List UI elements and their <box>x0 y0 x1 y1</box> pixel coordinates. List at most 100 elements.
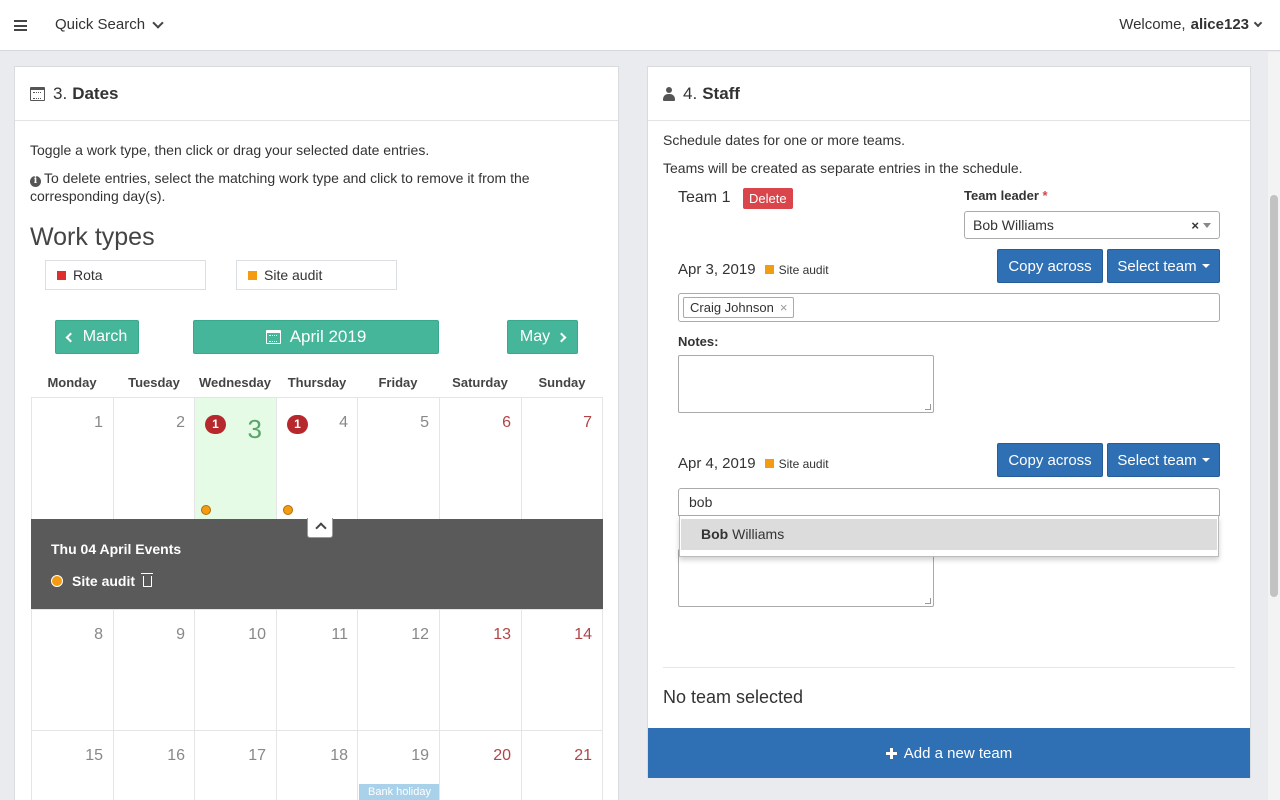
staff-panel-header: 4. Staff <box>648 67 1250 121</box>
day-number: 6 <box>502 414 511 431</box>
day-number: 9 <box>176 626 185 643</box>
quick-search-dropdown[interactable]: Quick Search <box>55 16 164 33</box>
work-type-site-audit[interactable]: Site audit <box>236 260 397 290</box>
user-icon <box>663 86 675 101</box>
event-item: Site audit <box>51 572 154 589</box>
username: alice123 <box>1190 16 1249 33</box>
entry-date-row: Apr 4, 2019 Site audit <box>678 455 829 472</box>
day-events-panel: Thu 04 April Events Site audit <box>31 518 603 609</box>
staff-search-input[interactable]: bob <box>678 488 1220 516</box>
calendar-day[interactable]: 6 <box>439 397 521 519</box>
calendar-day[interactable]: 21 <box>521 730 603 800</box>
required-marker: * <box>1042 188 1048 203</box>
day-number: 3 <box>247 414 262 444</box>
day-number: 10 <box>248 626 266 643</box>
calendar-day-selected[interactable]: 1 3 <box>194 397 276 519</box>
calendar-day[interactable]: 11 <box>276 609 358 730</box>
chevron-left-icon <box>65 332 76 342</box>
calendar-day[interactable]: 12 <box>357 609 439 730</box>
notes-textarea[interactable] <box>678 549 934 607</box>
calendar-day[interactable]: 19 Bank holiday <box>357 730 440 800</box>
work-type-tag: Site audit <box>764 262 829 277</box>
quick-search-label: Quick Search <box>55 16 146 33</box>
calendar-day[interactable]: 1 <box>31 397 113 519</box>
add-new-team-button[interactable]: Add a new team <box>648 728 1250 778</box>
notes-label: Notes: <box>678 334 719 349</box>
remove-chip-icon[interactable]: × <box>780 298 788 317</box>
calendar-day[interactable]: 16 <box>113 730 195 800</box>
calendar-day[interactable]: 13 <box>439 609 521 730</box>
team-leader-label: Team leader * <box>964 188 1048 203</box>
staff-text-2: Teams will be created as separate entrie… <box>663 160 1023 176</box>
no-team-text: No team selected <box>663 687 804 707</box>
day-number: 18 <box>330 747 348 764</box>
current-month-button[interactable]: April 2019 <box>193 320 439 354</box>
weekday-header: Tuesday <box>128 375 180 390</box>
dates-panel: 3. Dates Toggle a work type, then click … <box>14 66 619 800</box>
staff-tag-input[interactable]: Craig Johnson × <box>678 293 1220 322</box>
select-team-button[interactable]: Select team <box>1107 443 1220 477</box>
hamburger-menu-icon[interactable] <box>14 20 27 31</box>
calendar-icon <box>265 330 281 344</box>
autocomplete-option[interactable]: Bob Williams <box>681 519 1217 550</box>
calendar-day[interactable]: 7 <box>521 397 603 519</box>
staff-chip[interactable]: Craig Johnson × <box>683 297 795 318</box>
weekday-header: Thursday <box>287 375 347 390</box>
notes-textarea[interactable] <box>678 355 934 413</box>
day-number: 4 <box>339 414 348 431</box>
entry-count-badge: 1 <box>287 415 308 434</box>
clear-icon[interactable]: × <box>1191 218 1199 233</box>
calendar-day[interactable]: 10 <box>194 609 276 730</box>
day-number: 16 <box>167 747 185 764</box>
delete-team-button[interactable]: Delete <box>743 188 793 209</box>
team-leader-label-text: Team leader <box>964 188 1039 203</box>
work-type-tag-label: Site audit <box>778 456 829 471</box>
user-menu[interactable]: Welcome, alice123 <box>1119 16 1263 33</box>
calendar-day[interactable]: 9 <box>113 609 195 730</box>
staff-panel-title: Staff <box>702 83 740 103</box>
dates-step-number: 3. <box>53 83 68 103</box>
add-new-team-label: Add a new team <box>903 744 1013 762</box>
day-number: 8 <box>94 626 103 643</box>
scrollbar-thumb[interactable] <box>1270 195 1278 597</box>
site-audit-dot-icon <box>51 575 63 587</box>
day-number: 11 <box>331 626 348 643</box>
prev-month-button[interactable]: March <box>55 320 139 354</box>
weekday-header: Monday <box>47 375 97 390</box>
team-leader-select[interactable]: Bob Williams × <box>964 211 1220 239</box>
copy-across-button[interactable]: Copy across <box>997 443 1103 477</box>
calendar-day[interactable]: 14 <box>521 609 603 730</box>
event-label: Site audit <box>72 573 136 589</box>
calendar-day[interactable]: 17 <box>194 730 276 800</box>
entry-date: Apr 3, 2019 <box>678 261 756 278</box>
rota-color-swatch <box>57 270 66 280</box>
collapse-chevron-up-icon[interactable] <box>307 518 333 538</box>
weekday-header: Sunday <box>538 375 586 390</box>
dates-instruction: Toggle a work type, then click or drag y… <box>30 142 430 158</box>
calendar-day[interactable]: 20 <box>439 730 521 800</box>
calendar-day[interactable]: 1 4 <box>276 397 358 519</box>
next-month-label: May <box>519 328 551 345</box>
calendar-day[interactable]: 8 <box>31 609 113 730</box>
day-number: 21 <box>574 747 592 764</box>
work-type-rota[interactable]: Rota <box>45 260 206 290</box>
copy-across-button[interactable]: Copy across <box>997 249 1103 283</box>
autocomplete-rest: Williams <box>728 526 785 542</box>
day-number: 5 <box>420 414 429 431</box>
trash-icon[interactable] <box>141 572 154 587</box>
day-number: 13 <box>493 626 511 643</box>
day-number: 19 <box>411 747 429 764</box>
calendar-day[interactable]: 5 <box>357 397 439 519</box>
current-month-label: April 2019 <box>289 327 367 346</box>
site-audit-dot-icon <box>283 505 293 515</box>
calendar-day[interactable]: 15 <box>31 730 113 800</box>
top-bar: Quick Search Welcome, alice123 <box>0 0 1280 51</box>
autocomplete-match: Bob <box>701 526 729 542</box>
calendar-day[interactable]: 18 <box>276 730 358 800</box>
select-team-button[interactable]: Select team <box>1107 249 1220 283</box>
calendar-day[interactable]: 2 <box>113 397 195 519</box>
work-type-tag-label: Site audit <box>778 262 829 277</box>
team-leader-value: Bob Williams <box>973 217 1054 233</box>
next-month-button[interactable]: May <box>507 320 578 354</box>
dates-panel-header: 3. Dates <box>15 67 618 121</box>
